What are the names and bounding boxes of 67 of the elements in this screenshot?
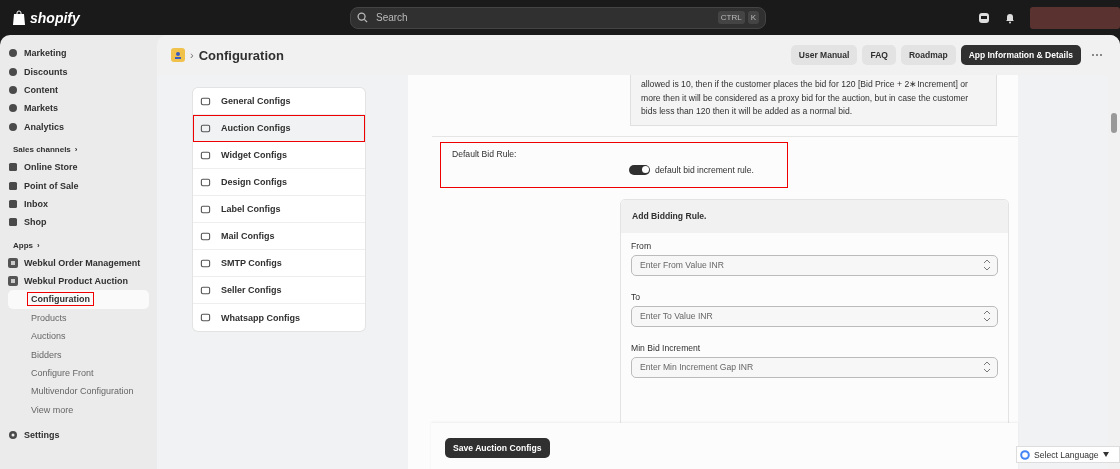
- number-field[interactable]: Enter Min Increment Gap INR: [631, 356, 998, 378]
- language-selector[interactable]: Select Language: [1016, 446, 1120, 463]
- app-icon: [8, 257, 18, 268]
- sidebar-subitem[interactable]: Bidders: [28, 348, 65, 361]
- number-field[interactable]: Enter From Value INR: [631, 254, 998, 276]
- app-icon: [8, 276, 18, 287]
- sidebar-subitem[interactable]: Multivendor Configuration: [28, 385, 137, 398]
- toggle-label: default bid increment rule.: [655, 164, 754, 175]
- config-menu-item[interactable]: Design Configs: [193, 169, 365, 196]
- stepper-icon[interactable]: [983, 259, 991, 272]
- config-menu-item[interactable]: Label Configs: [193, 196, 365, 223]
- chevron[interactable]: ›: [74, 145, 78, 155]
- card-title: Add Bidding Rule.: [632, 211, 707, 222]
- sidebar-item[interactable]: Discounts: [8, 62, 149, 81]
- sidebar-subitem[interactable]: Auctions: [28, 330, 69, 343]
- save-button[interactable]: Save Auction Configs: [445, 438, 550, 458]
- sidebar-item[interactable]: Webkul Order Management: [8, 253, 149, 272]
- sidebar-item[interactable]: Settings: [8, 426, 149, 445]
- header-button[interactable]: App Information & Details: [960, 45, 1081, 65]
- field-label: Min Bid Increment: [631, 342, 702, 353]
- sidebar-item[interactable]: Inbox: [8, 194, 149, 214]
- sidebar-item[interactable]: Marketing: [8, 44, 149, 63]
- header-button[interactable]: FAQ: [862, 45, 896, 65]
- chevron[interactable]: ›: [37, 241, 40, 250]
- sidebar-subitem[interactable]: View more: [28, 403, 77, 416]
- stepper-icon[interactable]: [983, 361, 991, 374]
- config-menu-item[interactable]: Auction Configs: [193, 115, 365, 142]
- info-text: allowed is 10, then if the customer places the bid for 120 [Bid Price + 2∗Increment] or more then it will be considered as a proxy bid for the auction, but in case the customer bids less than 120 then it will be added as a normal bid.: [630, 75, 997, 126]
- number-input[interactable]: Enter From Value INR: [638, 259, 983, 272]
- sidebar-subitem[interactable]: Configure Front: [28, 367, 97, 380]
- number-input[interactable]: Enter To Value INR: [638, 310, 983, 323]
- sidebar-item[interactable]: Point of Sale: [8, 176, 149, 195]
- logo-text: shopify: [30, 9, 80, 26]
- toggle-switch[interactable]: [629, 164, 650, 175]
- page-title: Configuration: [198, 47, 284, 63]
- bell-icon[interactable]: [1004, 11, 1016, 24]
- section-title[interactable]: Sales channels: [13, 145, 71, 155]
- config-menu-item[interactable]: Seller Configs: [193, 277, 365, 304]
- config-menu-item[interactable]: SMTP Configs: [193, 250, 365, 277]
- caret-icon: [1102, 452, 1109, 457]
- shopping-bag-icon: [12, 9, 26, 26]
- config-menu-item[interactable]: Mail Configs: [193, 223, 365, 250]
- sidebar-item[interactable]: Shop: [8, 213, 149, 232]
- app-icon: [171, 48, 185, 62]
- config-menu-item[interactable]: Widget Configs: [193, 142, 365, 169]
- sidebar-item[interactable]: Markets: [8, 99, 149, 118]
- breadcrumb-separator: ›: [190, 49, 194, 61]
- field-label: Default Bid Rule:: [452, 148, 518, 159]
- config-menu-item[interactable]: Whatsapp Configs: [193, 304, 365, 331]
- section-title[interactable]: Apps: [13, 241, 33, 250]
- number-field[interactable]: Enter To Value INR: [631, 305, 998, 327]
- sidebar-subitem[interactable]: Products: [28, 311, 70, 324]
- number-input[interactable]: Enter Min Increment Gap INR: [638, 361, 983, 374]
- header-button[interactable]: User Manual: [790, 45, 858, 65]
- shortcut-key: K: [747, 11, 759, 24]
- header-button[interactable]: Roadmap: [900, 45, 956, 65]
- sidebar-item[interactable]: Webkul Product Auction: [8, 271, 149, 291]
- search-icon: [357, 12, 368, 23]
- sidebar-item[interactable]: Analytics: [8, 117, 149, 136]
- search-input[interactable]: Search: [374, 11, 712, 24]
- field-label: From: [631, 240, 653, 251]
- shortcut-key: CTRL: [717, 11, 745, 24]
- search-field[interactable]: Search CTRL K: [350, 6, 766, 29]
- stepper-icon[interactable]: [983, 310, 991, 323]
- sidebar-item[interactable]: Content: [8, 80, 149, 100]
- field-label: To: [631, 291, 642, 302]
- sidebar-item[interactable]: Online Store: [8, 157, 149, 177]
